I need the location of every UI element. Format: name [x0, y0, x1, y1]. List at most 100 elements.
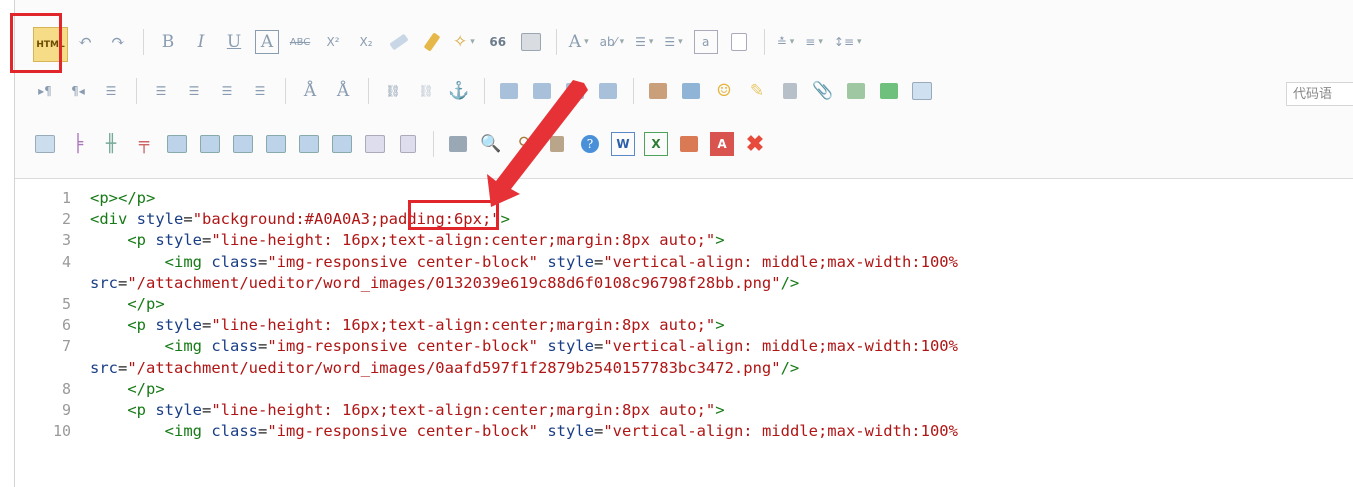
insertcol-icon[interactable]	[198, 132, 222, 156]
code-token: src	[90, 358, 118, 377]
forecolor-icon[interactable]: A	[569, 30, 591, 54]
code-token: >	[715, 401, 725, 419]
gmap-icon[interactable]	[877, 79, 901, 103]
source-code-view[interactable]: 1 <p></p> 2 <div style="background:#A0A0A3;…	[15, 185, 1353, 487]
superscript-icon[interactable]: X²	[321, 30, 345, 54]
searchreplace-icon[interactable]: ⚲	[512, 132, 536, 156]
cleardoc-icon[interactable]	[727, 30, 751, 54]
rowspacingtop-icon[interactable]: ≛	[777, 30, 797, 54]
line-number: 6	[61, 316, 71, 335]
insertvideo-icon[interactable]	[778, 79, 802, 103]
inserttable-icon[interactable]	[33, 132, 57, 156]
blockquote-icon[interactable]: 66	[486, 30, 510, 54]
mergecells-icon[interactable]	[264, 132, 288, 156]
unlink-icon[interactable]: ⛓	[414, 79, 438, 103]
justifyright-icon[interactable]: ☰	[215, 79, 239, 103]
directionalityltr-icon[interactable]: ▸¶	[33, 79, 57, 103]
code-line[interactable]: </p>	[90, 295, 164, 313]
preview-icon[interactable]: 🔍	[479, 132, 503, 156]
rowspacingbottom-icon[interactable]: ≡	[805, 30, 825, 54]
code-token: <div	[90, 210, 137, 229]
justifycenter-icon[interactable]: ☰	[182, 79, 206, 103]
code-token: <p	[127, 316, 156, 335]
code-line[interactable]: <p style="line-height: 16px;text-align:c…	[90, 231, 724, 249]
code-token: "vertical-align: middle;max-width:100%	[603, 422, 958, 441]
underline-icon[interactable]: U	[222, 30, 246, 54]
lineheight-icon[interactable]: ↕≡	[834, 30, 864, 54]
code-line[interactable]: <p style="line-height: 16px;text-align:c…	[90, 401, 725, 419]
selectall-icon[interactable]: a	[693, 30, 718, 54]
imagenone-icon[interactable]	[497, 79, 521, 103]
indent-icon[interactable]: ☰	[99, 79, 123, 103]
justifyjustify-icon[interactable]: ☰	[248, 79, 272, 103]
backcolor-icon[interactable]: ab⁄	[600, 30, 627, 54]
mergeright-icon[interactable]	[297, 132, 321, 156]
code-line[interactable]: <img class="img-responsive center-block"…	[90, 253, 958, 271]
mergedown-icon[interactable]	[330, 132, 354, 156]
code-token: style	[547, 337, 594, 356]
tolowercase-icon[interactable]: Å	[331, 79, 355, 103]
code-language-select[interactable]: 代码语	[1286, 82, 1353, 106]
fontborder-icon[interactable]: A	[255, 30, 279, 54]
excel-icon[interactable]: X	[644, 132, 668, 156]
deletetable-icon[interactable]: ╞	[66, 132, 90, 156]
insertrow-icon[interactable]: ╤	[132, 132, 156, 156]
print-icon[interactable]	[446, 132, 470, 156]
pasteplain-icon[interactable]	[519, 30, 543, 54]
insertimage-icon[interactable]	[679, 79, 703, 103]
insertframe-icon[interactable]	[910, 79, 934, 103]
italic-icon[interactable]: I	[189, 30, 213, 54]
code-token: =	[202, 316, 212, 335]
drafts-icon[interactable]	[545, 132, 569, 156]
help-icon[interactable]: ?	[578, 132, 602, 156]
ppt-icon[interactable]	[677, 132, 701, 156]
simpleupload-icon[interactable]	[646, 79, 670, 103]
code-line-wrap[interactable]: src="/attachment/ueditor/word_images/013…	[90, 274, 799, 292]
code-token: =	[258, 252, 268, 271]
toolbar-row-1: ↶ ↷ B I U A ABC X² X₂ ✧ 66 A ab⁄ ☰ ☰ a ≛…	[73, 24, 873, 60]
word-icon[interactable]: W	[611, 132, 635, 156]
splittocells-icon[interactable]	[363, 132, 387, 156]
map-icon[interactable]	[844, 79, 868, 103]
strikethrough-icon[interactable]: ABC	[288, 30, 312, 54]
redo-icon[interactable]: ↷	[106, 30, 130, 54]
removeformat-icon[interactable]	[387, 30, 411, 54]
subscript-icon[interactable]: X₂	[354, 30, 378, 54]
insertunorderedlist-icon[interactable]: ☰	[664, 30, 684, 54]
code-token: <img	[164, 337, 212, 356]
code-line[interactable]: <p></p>	[90, 189, 155, 207]
deletecol-icon[interactable]	[231, 132, 255, 156]
imageleft-icon[interactable]	[530, 79, 554, 103]
directionalityrtl-icon[interactable]: ¶◂	[66, 79, 90, 103]
autotypeset-icon[interactable]: ✧	[453, 30, 477, 54]
code-line[interactable]: <img class="img-responsive center-block"…	[90, 422, 958, 440]
xiumi-icon[interactable]: ✖	[743, 131, 767, 157]
imageright-icon[interactable]	[563, 79, 587, 103]
link-icon[interactable]: ⛓	[381, 79, 405, 103]
code-token: <p	[127, 401, 156, 419]
justifyleft-icon[interactable]: ☰	[149, 79, 173, 103]
insertparagraphbeforetable-icon[interactable]: ╫	[99, 132, 123, 156]
insertorderedlist-icon[interactable]: ☰	[635, 30, 655, 54]
toolbar-separator	[433, 131, 434, 157]
imagecenter-icon[interactable]	[596, 79, 620, 103]
attachment-icon[interactable]: 📎	[811, 79, 835, 103]
toolbar-separator	[285, 78, 286, 104]
pdf-icon[interactable]: A	[710, 132, 734, 156]
undo-icon[interactable]: ↶	[73, 30, 97, 54]
code-line[interactable]: <img class="img-responsive center-block"…	[90, 337, 958, 355]
formatmatch-icon[interactable]	[420, 30, 444, 54]
scrawl-icon[interactable]: ✎	[745, 79, 769, 103]
code-line[interactable]: <p style="line-height: 16px;text-align:c…	[90, 316, 724, 335]
code-token: "line-height: 16px;text-align:center;mar…	[211, 401, 716, 419]
emotion-icon[interactable]: ☺	[712, 79, 736, 103]
code-line[interactable]: </p>	[90, 380, 164, 398]
code-line-wrap[interactable]: src="/attachment/ueditor/word_images/0aa…	[90, 359, 799, 377]
deleterow-icon[interactable]	[165, 132, 189, 156]
splittorows-icon[interactable]	[396, 132, 420, 156]
anchor-icon[interactable]: ⚓	[447, 79, 471, 103]
bold-icon[interactable]: B	[156, 30, 180, 54]
touppercase-icon[interactable]: Å	[298, 79, 322, 103]
